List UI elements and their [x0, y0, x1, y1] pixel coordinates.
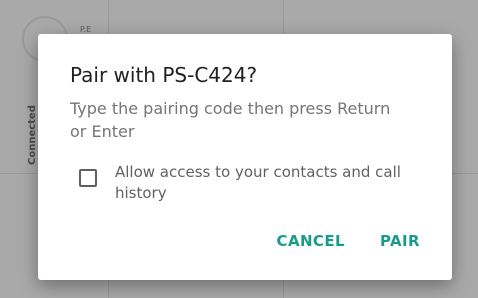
cancel-button[interactable]: CANCEL: [269, 230, 353, 252]
background-vertical-label: Connected: [27, 105, 38, 165]
contacts-access-checkbox[interactable]: [79, 169, 97, 187]
contacts-access-label[interactable]: Allow access to your contacts and call h…: [115, 162, 435, 204]
pair-button[interactable]: PAIR: [372, 230, 428, 252]
dialog-message: Type the pairing code then press Return …: [70, 99, 391, 141]
background-label: P.E: [80, 25, 92, 34]
pairing-dialog: Pair with PS-C424? Type the pairing code…: [38, 34, 452, 280]
dialog-title: Pair with PS-C424?: [70, 63, 258, 87]
dialog-actions: CANCEL PAIR: [269, 230, 428, 254]
